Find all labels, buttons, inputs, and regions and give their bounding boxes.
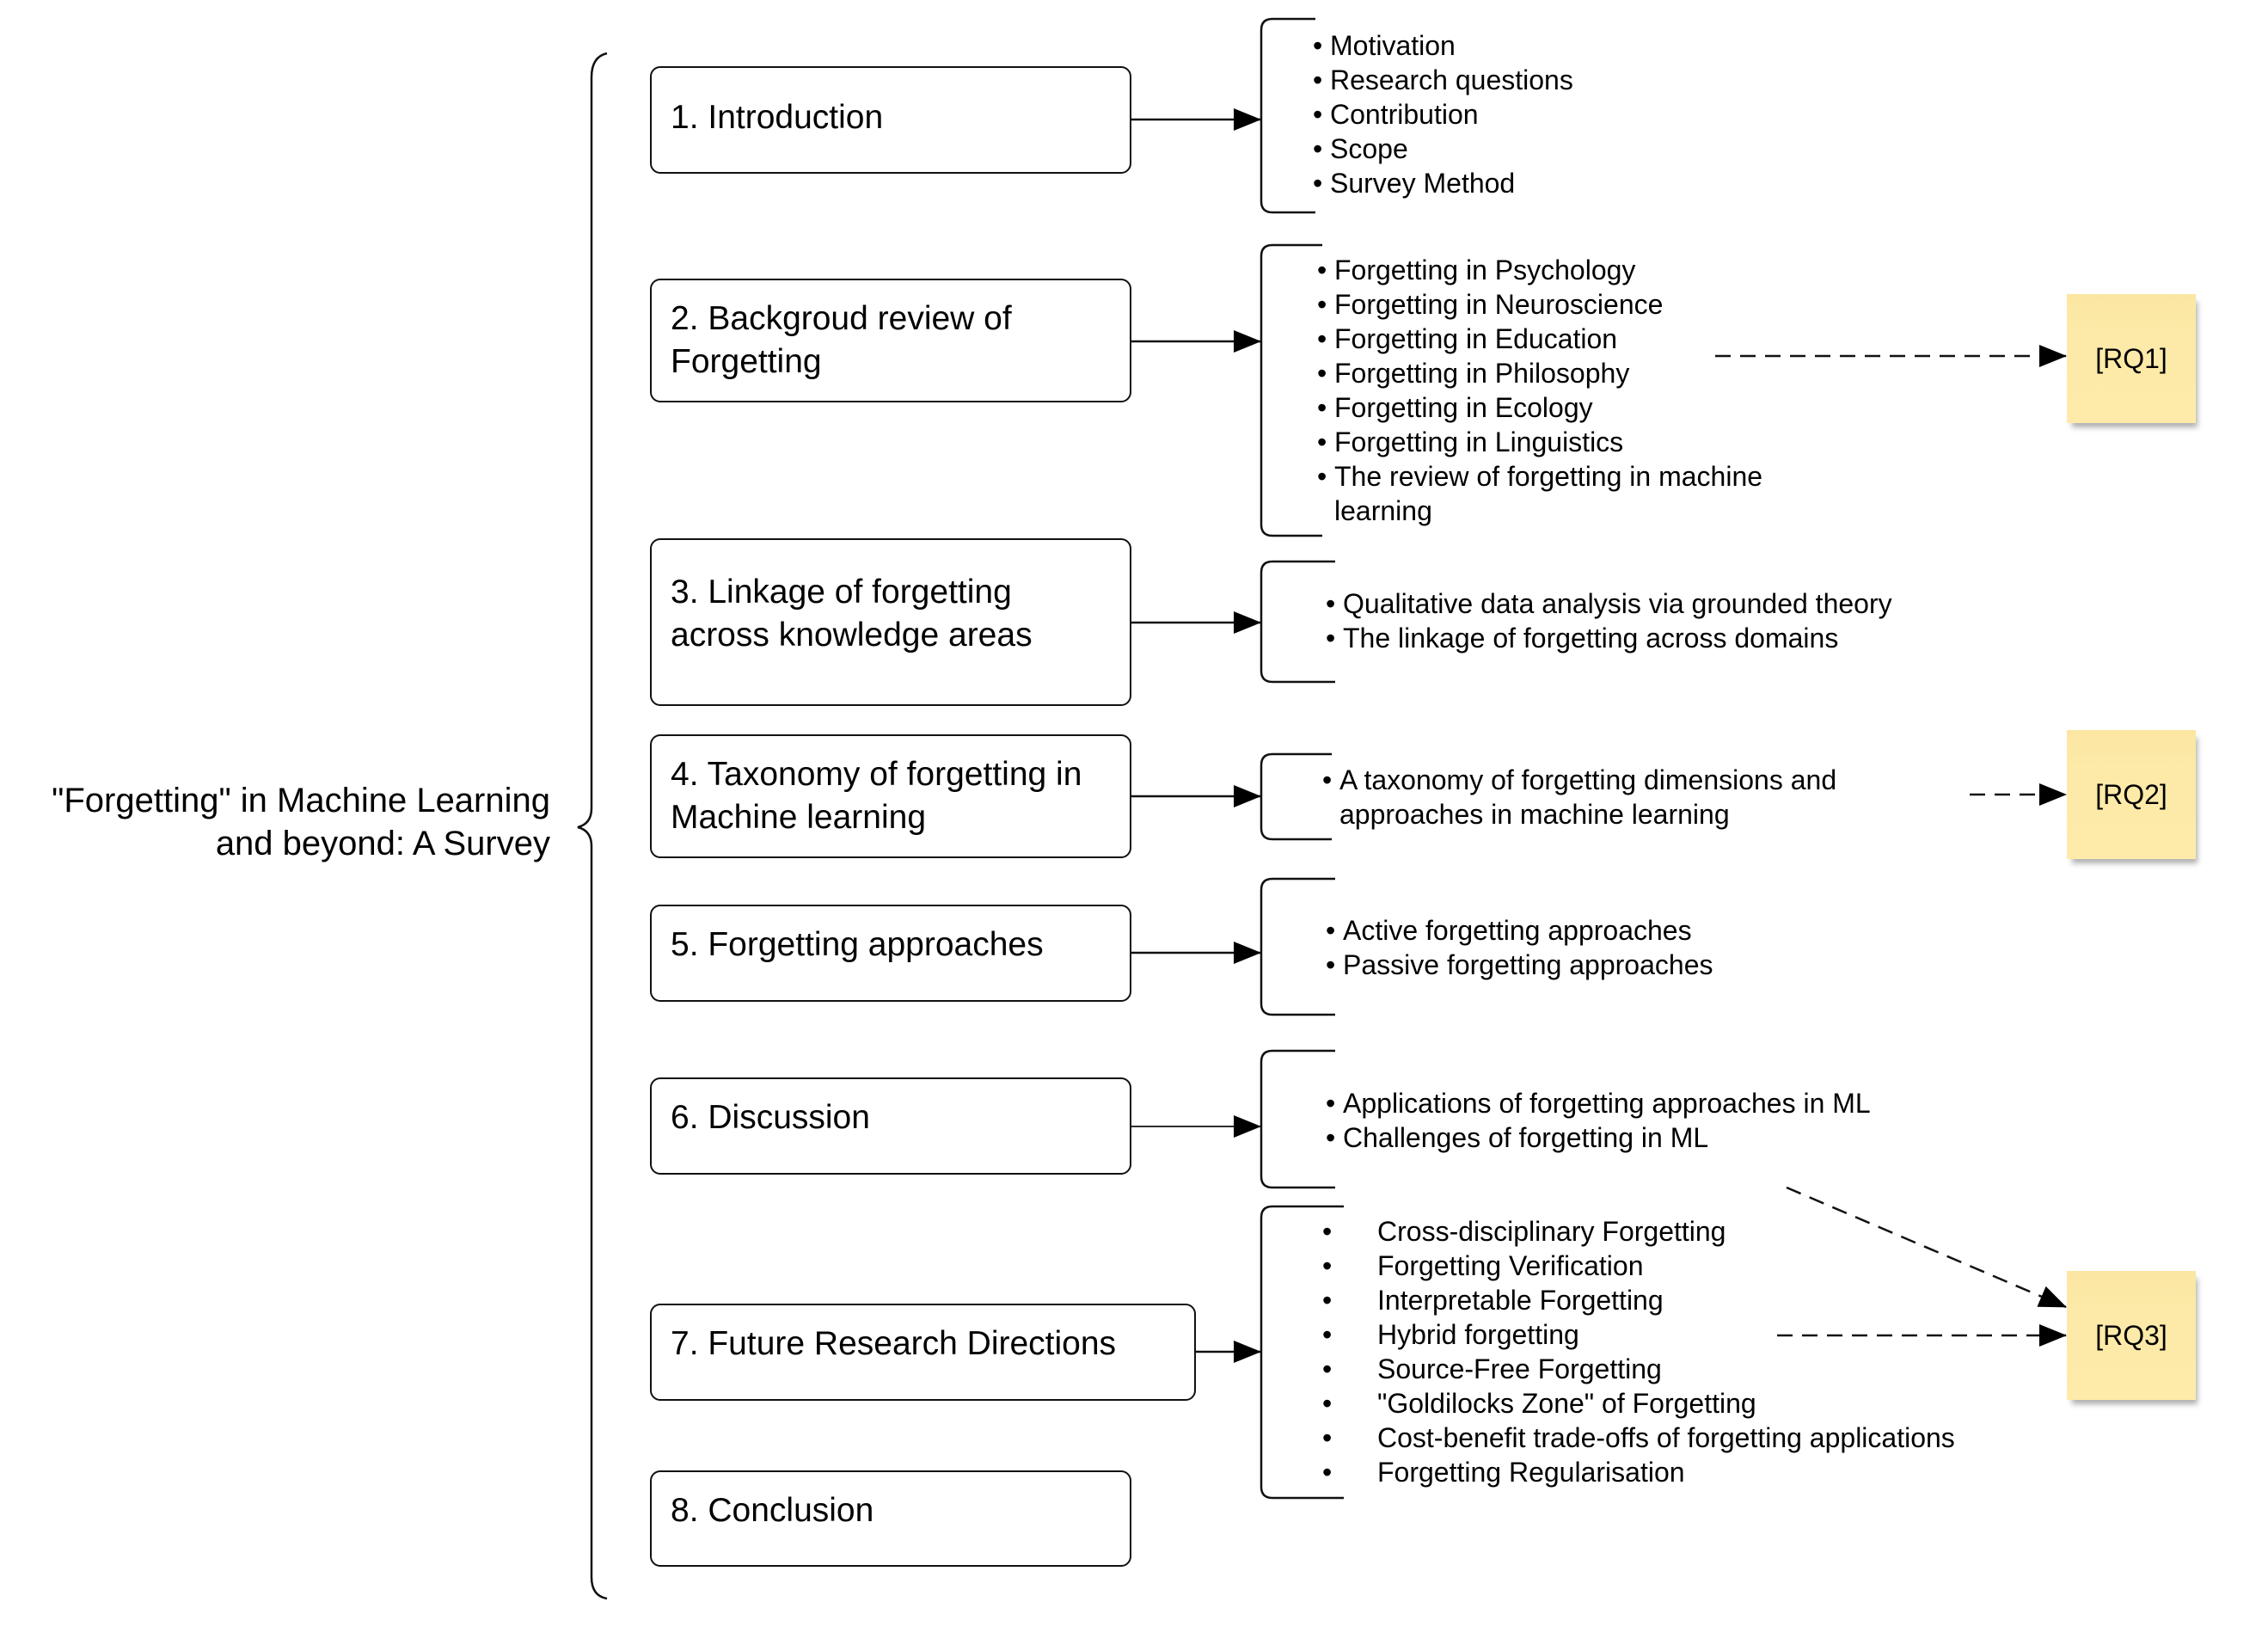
bullet-icon: • — [1317, 358, 1327, 389]
title-line-2: and beyond: A Survey — [215, 825, 550, 862]
list-item: • Applications of forgetting approaches i… — [1326, 1088, 1871, 1119]
bullet-icon: • — [1317, 427, 1327, 457]
bullet-icon: • — [1317, 255, 1327, 285]
sticky-note-rq3[interactable]: [RQ3] — [2067, 1271, 2196, 1400]
bracket-section-5 — [1260, 877, 1335, 1016]
subtopics-forgetting-approaches: • Active forgetting approaches • Passive f… — [1326, 913, 1713, 982]
rq-label: [RQ2] — [2095, 778, 2167, 810]
subtopics-background-review: • Forgetting in Psychology • Forgetting in… — [1317, 253, 1762, 528]
section-label: 8. Conclusion — [671, 1492, 874, 1529]
section-label: 5. Forgetting approaches — [671, 926, 1044, 963]
list-item: • Contribution — [1313, 99, 1479, 130]
list-item: • The linkage of forgetting across domain… — [1326, 623, 1839, 654]
main-curly-brace — [577, 52, 608, 1600]
list-item: • Research questions — [1313, 64, 1573, 95]
bullet-icon: • — [1322, 1285, 1333, 1316]
bullet-icon: • — [1317, 392, 1327, 423]
section-label-line-1: 4. Taxonomy of forgetting in — [671, 756, 1082, 793]
section-label-line-1: 2. Backgroud review of — [671, 300, 1012, 337]
subtopics-future-research: • Cross-disciplinary Forgetting • Forgetti… — [1322, 1214, 1955, 1489]
list-item: • Interpretable Forgetting — [1322, 1285, 1664, 1316]
bullet-icon: • — [1313, 64, 1323, 95]
rq-label: [RQ1] — [2095, 342, 2167, 374]
section-box-conclusion[interactable]: 8. Conclusion — [650, 1470, 1131, 1567]
list-item: • Active forgetting approaches — [1326, 915, 1692, 946]
section-box-linkage[interactable]: 3. Linkage of forgetting across knowledg… — [650, 538, 1131, 706]
section-box-future-research[interactable]: 7. Future Research Directions — [650, 1304, 1196, 1401]
bracket-section-3 — [1260, 560, 1335, 684]
diagram-title: "Forgetting" in Machine Learning and bey… — [0, 779, 550, 865]
bracket-section-4 — [1260, 752, 1332, 841]
section-box-background-review[interactable]: 2. Backgroud review of Forgetting — [650, 279, 1131, 402]
bullet-icon: • — [1322, 1250, 1333, 1281]
list-item: • Forgetting in Psychology — [1317, 255, 1636, 285]
bullet-icon: • — [1317, 461, 1327, 492]
bullet-icon: • — [1322, 1457, 1333, 1488]
list-item: • Forgetting in Education — [1317, 323, 1618, 354]
bullet-icon: • — [1326, 588, 1336, 619]
title-line-1: "Forgetting" in Machine Learning — [52, 782, 550, 819]
list-item: • Survey Method — [1313, 168, 1516, 199]
bullet-icon: • — [1322, 1319, 1333, 1350]
bullet-icon: • — [1313, 30, 1323, 61]
subtopics-taxonomy: • A taxonomy of forgetting dimensions and… — [1322, 763, 1836, 832]
list-item: • The review of forgetting in machine lear… — [1317, 461, 1763, 526]
section-box-discussion[interactable]: 6. Discussion — [650, 1077, 1131, 1175]
list-item: • Passive forgetting approaches — [1326, 949, 1713, 980]
survey-structure-diagram: "Forgetting" in Machine Learning and bey… — [0, 0, 2268, 1651]
bracket-section-1 — [1260, 17, 1315, 214]
list-item: • Cross-disciplinary Forgetting — [1322, 1216, 1726, 1247]
subtopics-discussion: • Applications of forgetting approaches i… — [1326, 1086, 1871, 1155]
bullet-icon: • — [1322, 1422, 1333, 1453]
bullet-icon: • — [1322, 1353, 1333, 1384]
subtopics-introduction: • Motivation • Research questions • Contrib… — [1313, 28, 1573, 200]
bullet-icon: • — [1326, 915, 1336, 946]
list-item: • "Goldilocks Zone" of Forgetting — [1322, 1388, 1756, 1419]
bullet-icon: • — [1317, 323, 1327, 354]
list-item: • Forgetting in Linguistics — [1317, 427, 1624, 457]
bullet-icon: • — [1313, 99, 1323, 130]
bullet-icon: • — [1326, 1088, 1336, 1119]
list-item: • Cost-benefit trade-offs of forgetting a… — [1322, 1422, 1955, 1453]
section-box-forgetting-approaches[interactable]: 5. Forgetting approaches — [650, 905, 1131, 1002]
section-label: 6. Discussion — [671, 1099, 870, 1136]
rq-label: [RQ3] — [2095, 1319, 2167, 1351]
bullet-icon: • — [1322, 1216, 1333, 1247]
bracket-section-2 — [1260, 243, 1322, 537]
section-label-line-2: across knowledge areas — [671, 617, 1033, 654]
section-label-line-2: Machine learning — [671, 799, 927, 836]
bullet-icon: • — [1326, 623, 1336, 654]
list-item: • A taxonomy of forgetting dimensions and… — [1322, 764, 1837, 830]
section-box-introduction[interactable]: 1. Introduction — [650, 66, 1131, 174]
bullet-icon: • — [1322, 1388, 1333, 1419]
bullet-icon: • — [1326, 1122, 1336, 1153]
bullet-icon: • — [1313, 133, 1323, 164]
section-label-line-2: Forgetting — [671, 343, 822, 380]
list-item: • Forgetting in Ecology — [1317, 392, 1593, 423]
list-item: • Challenges of forgetting in ML — [1326, 1122, 1709, 1153]
list-item: • Forgetting in Philosophy — [1317, 358, 1630, 389]
bullet-icon: • — [1326, 949, 1336, 980]
list-item: • Scope — [1313, 133, 1408, 164]
list-item: • Hybrid forgetting — [1322, 1319, 1579, 1350]
list-item: • Motivation — [1313, 30, 1456, 61]
bullet-icon: • — [1313, 168, 1323, 199]
list-item: • Source-Free Forgetting — [1322, 1353, 1662, 1384]
list-item: • Forgetting in Neuroscience — [1317, 289, 1664, 320]
list-item: • Qualitative data analysis via grounded … — [1326, 588, 1892, 619]
section-label: 7. Future Research Directions — [671, 1325, 1117, 1362]
sticky-note-rq2[interactable]: [RQ2] — [2067, 730, 2196, 859]
section-box-taxonomy[interactable]: 4. Taxonomy of forgetting in Machine lea… — [650, 734, 1131, 858]
section-label-line-1: 3. Linkage of forgetting — [671, 574, 1012, 611]
section-label: 1. Introduction — [671, 99, 884, 136]
bracket-section-6 — [1260, 1049, 1335, 1189]
sticky-note-rq1[interactable]: [RQ1] — [2067, 294, 2196, 423]
list-item: • Forgetting Regularisation — [1322, 1457, 1685, 1488]
bullet-icon: • — [1322, 764, 1333, 795]
list-item: • Forgetting Verification — [1322, 1250, 1644, 1281]
subtopics-linkage: • Qualitative data analysis via grounded … — [1326, 586, 1892, 655]
bullet-icon: • — [1317, 289, 1327, 320]
